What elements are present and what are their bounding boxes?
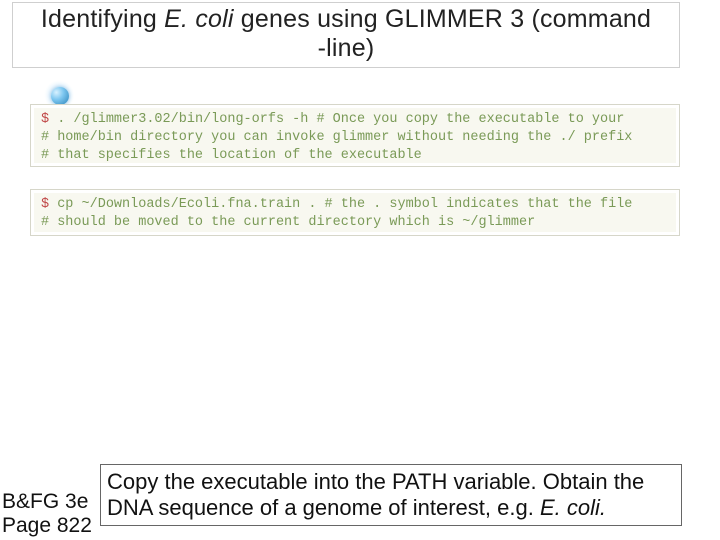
slide-title-line2: -line) xyxy=(318,34,375,63)
footer-textbox: Copy the executable into the PATH variab… xyxy=(100,464,682,526)
code-block-1: $ . /glimmer3.02/bin/long-orfs -h # Once… xyxy=(30,104,680,167)
title-text-italic: E. coli xyxy=(164,5,233,33)
code-line: $ . /glimmer3.02/bin/long-orfs -h # Once… xyxy=(41,111,669,129)
code-line: $ cp ~/Downloads/Ecoli.fna.train . # the… xyxy=(41,196,669,214)
footer-ref-line1: B&FG 3e xyxy=(2,490,92,514)
footer-reference: B&FG 3e Page 822 xyxy=(0,490,92,540)
slide: Identifying E. coli genes using GLIMMER … xyxy=(0,0,720,540)
footer-text-italic: E. coli. xyxy=(540,495,606,520)
title-text-mid: genes using GLIMMER 3 (command xyxy=(234,5,651,33)
shell-command: . /glimmer3.02/bin/long-orfs -h xyxy=(57,112,308,127)
bullet-sphere xyxy=(51,87,69,105)
shell-prompt: $ xyxy=(41,197,49,212)
footer-ref-line2: Page 822 xyxy=(2,514,92,538)
code-block-2: $ cp ~/Downloads/Ecoli.fna.train . # the… xyxy=(30,189,680,236)
shell-comment: # that specifies the location of the exe… xyxy=(41,147,669,165)
shell-comment: # should be moved to the current directo… xyxy=(41,214,669,232)
slide-title: Identifying E. coli genes using GLIMMER … xyxy=(41,5,651,34)
title-container: Identifying E. coli genes using GLIMMER … xyxy=(12,2,680,68)
shell-comment: # Once you copy the executable to your xyxy=(308,112,624,127)
shell-comment: # home/bin directory you can invoke glim… xyxy=(41,129,669,147)
shell-prompt: $ xyxy=(41,112,49,127)
title-text-pre: Identifying xyxy=(41,5,164,33)
shell-command: cp ~/Downloads/Ecoli.fna.train . xyxy=(49,197,316,212)
shell-comment: # the . symbol indicates that the file xyxy=(316,197,632,212)
